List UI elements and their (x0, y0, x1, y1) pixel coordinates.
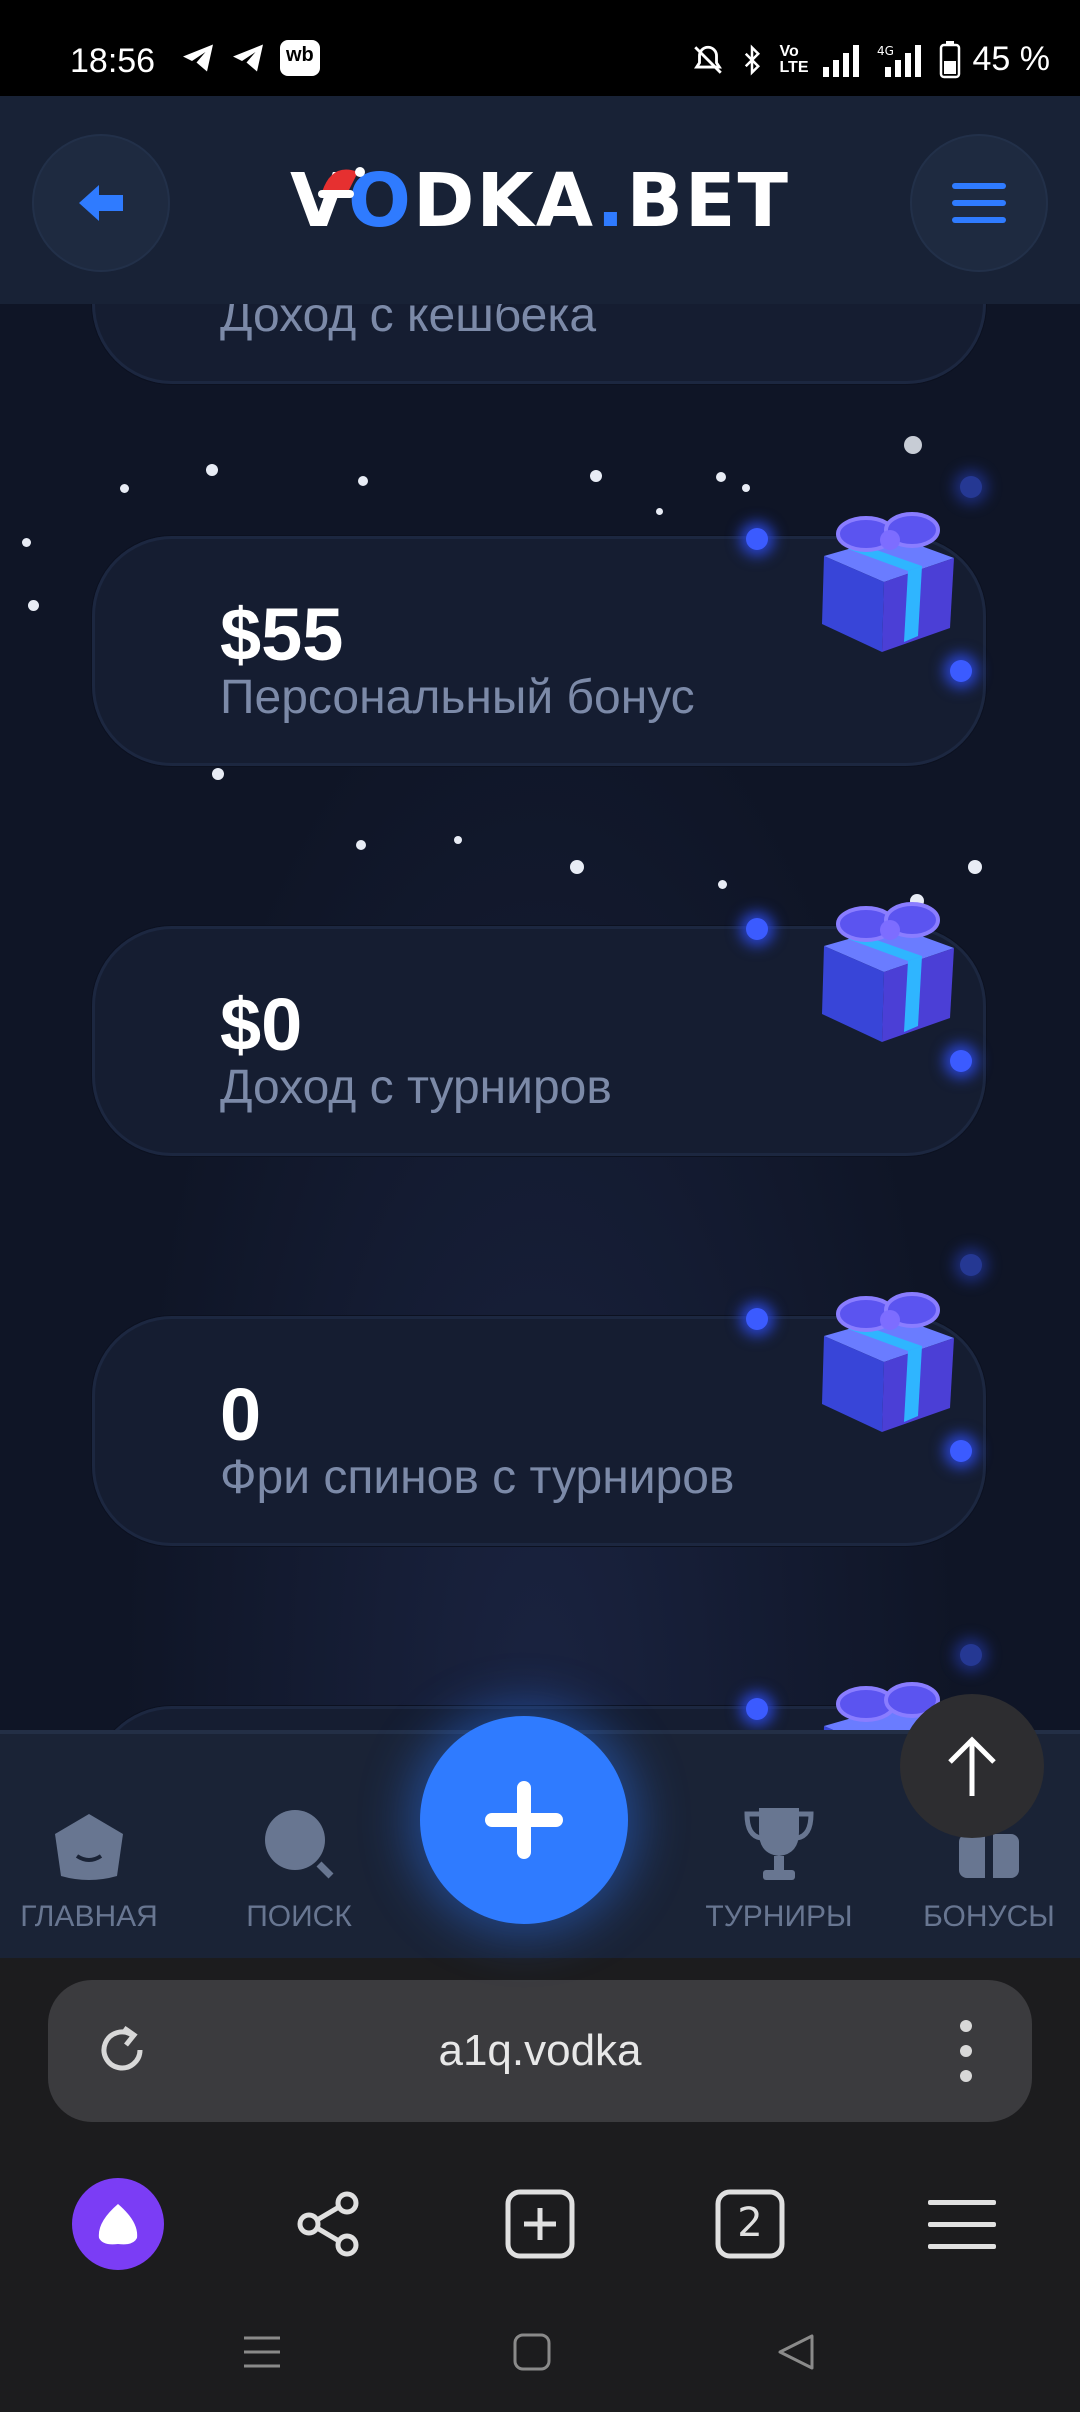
nav-label: БОНУСЫ (923, 1900, 1055, 1933)
bonus-stats-list: Доход с кешбека $55 Персональный бонус $… (0, 304, 1080, 1730)
status-time: 18:56 (70, 42, 156, 80)
nav-item-home[interactable]: ГЛАВНАЯ (4, 1798, 174, 1934)
gift-box-icon (822, 512, 954, 652)
more-options-icon[interactable] (954, 2016, 978, 2086)
stat-card-cashback: Доход с кешбека (92, 304, 986, 384)
snow-particle (590, 470, 602, 482)
glow-dot (950, 1050, 972, 1072)
snow-particle (570, 860, 584, 874)
glow-dot (746, 1698, 768, 1720)
search-icon (265, 1810, 334, 1879)
hamburger-menu-icon (928, 2200, 996, 2249)
glow-dot (960, 476, 982, 498)
tabs-button[interactable]: 2 (690, 2164, 810, 2284)
snow-particle (718, 880, 727, 889)
menu-button[interactable] (910, 134, 1048, 272)
battery-percent: 45 % (972, 40, 1051, 78)
site-header: VODKA.BET (0, 96, 1080, 304)
snow-particle (656, 508, 663, 515)
telegram-icon (183, 44, 213, 72)
nav-item-tournaments[interactable]: ТУРНИРЫ (694, 1798, 864, 1934)
snow-particle (716, 472, 726, 482)
svg-text:4G: 4G (877, 44, 894, 58)
santa-hat-icon (318, 167, 365, 198)
add-button[interactable] (420, 1716, 628, 1924)
stat-amount: $55 (220, 593, 344, 676)
glow-dot (746, 1308, 768, 1330)
gift-box-icon (822, 1292, 954, 1432)
glow-dot (950, 660, 972, 682)
stat-label: Фри спинов с турниров (220, 1451, 735, 1504)
4g-signal-icon: 4G (877, 44, 921, 77)
home-square-icon[interactable] (512, 2332, 552, 2372)
scroll-to-top-button[interactable] (900, 1694, 1044, 1838)
nav-label: ТУРНИРЫ (705, 1900, 853, 1933)
nav-label: ГЛАВНАЯ (20, 1900, 158, 1933)
alice-icon (72, 2178, 164, 2270)
mute-icon (694, 45, 723, 74)
stat-label: Доход с турниров (220, 1061, 612, 1114)
glow-dot (746, 918, 768, 940)
glow-dot (746, 528, 768, 550)
snow-particle (120, 484, 129, 493)
share-icon (297, 2191, 359, 2257)
glow-dot (960, 1254, 982, 1276)
wb-icon: wb (280, 40, 320, 76)
arrow-up-icon (948, 1736, 996, 1796)
recent-apps-icon[interactable] (242, 2332, 282, 2372)
snow-particle (28, 600, 39, 611)
stat-amount: 0 (220, 1373, 262, 1456)
status-system-icons: Vo LTE 4G 45 % (691, 40, 1050, 79)
glow-dot (950, 1440, 972, 1462)
volte-icon: Vo LTE (779, 42, 809, 76)
logo-letters-bet: BET (626, 158, 790, 244)
plus-icon (485, 1781, 563, 1859)
address-bar[interactable]: a1q.vodka (48, 1980, 1032, 2122)
status-notification-icons: wb (180, 40, 320, 76)
nav-item-search[interactable]: ПОИСК (214, 1798, 384, 1934)
snow-particle (454, 836, 462, 844)
snow-particle (22, 538, 31, 547)
status-bar: 18:56 wb Vo LTE 4G 45 % (0, 0, 1080, 96)
url-text[interactable]: a1q.vodka (48, 2026, 1032, 2076)
browser-chrome: a1q.vodka 2 (0, 1958, 1080, 2412)
new-tab-button[interactable] (480, 2164, 600, 2284)
snow-particle (742, 484, 750, 492)
stat-card-tournament-free-spins: 0 Фри спинов с турниров (92, 1292, 986, 1546)
snow-particle (904, 436, 922, 454)
stat-label: Доход с кешбека (220, 304, 597, 342)
signal-icon (822, 44, 859, 77)
snow-particle (358, 476, 368, 486)
battery-icon (939, 40, 960, 78)
snow-particle (212, 768, 224, 780)
alice-assistant-button[interactable] (58, 2164, 178, 2284)
hamburger-menu-icon (952, 183, 1006, 223)
bluetooth-icon (745, 43, 761, 76)
snow-particle (968, 860, 982, 874)
stat-card-tournament-income: $0 Доход с турниров (92, 902, 986, 1156)
snow-particle (356, 840, 366, 850)
stat-card-personal-bonus: $55 Персональный бонус (92, 512, 986, 766)
nav-label: ПОИСК (246, 1900, 352, 1933)
home-icon (55, 1814, 123, 1880)
system-navigation-bar (0, 2308, 1080, 2412)
tabs-count: 2 (737, 2200, 763, 2246)
logo-dot: . (596, 158, 627, 244)
logo-letters: DKA (412, 158, 597, 244)
telegram-icon (233, 44, 263, 72)
browser-toolbar: 2 (0, 2164, 1080, 2294)
browser-menu-button[interactable] (902, 2164, 1022, 2284)
stat-label: Персональный бонус (220, 671, 695, 724)
share-button[interactable] (268, 2164, 388, 2284)
stat-amount: $0 (220, 983, 303, 1066)
gift-box-icon (822, 902, 954, 1042)
back-triangle-icon[interactable] (776, 2332, 816, 2372)
snow-particle (206, 464, 218, 476)
new-tab-plus-icon (505, 2189, 575, 2259)
trophy-icon (744, 1808, 814, 1880)
glow-dot (960, 1644, 982, 1666)
